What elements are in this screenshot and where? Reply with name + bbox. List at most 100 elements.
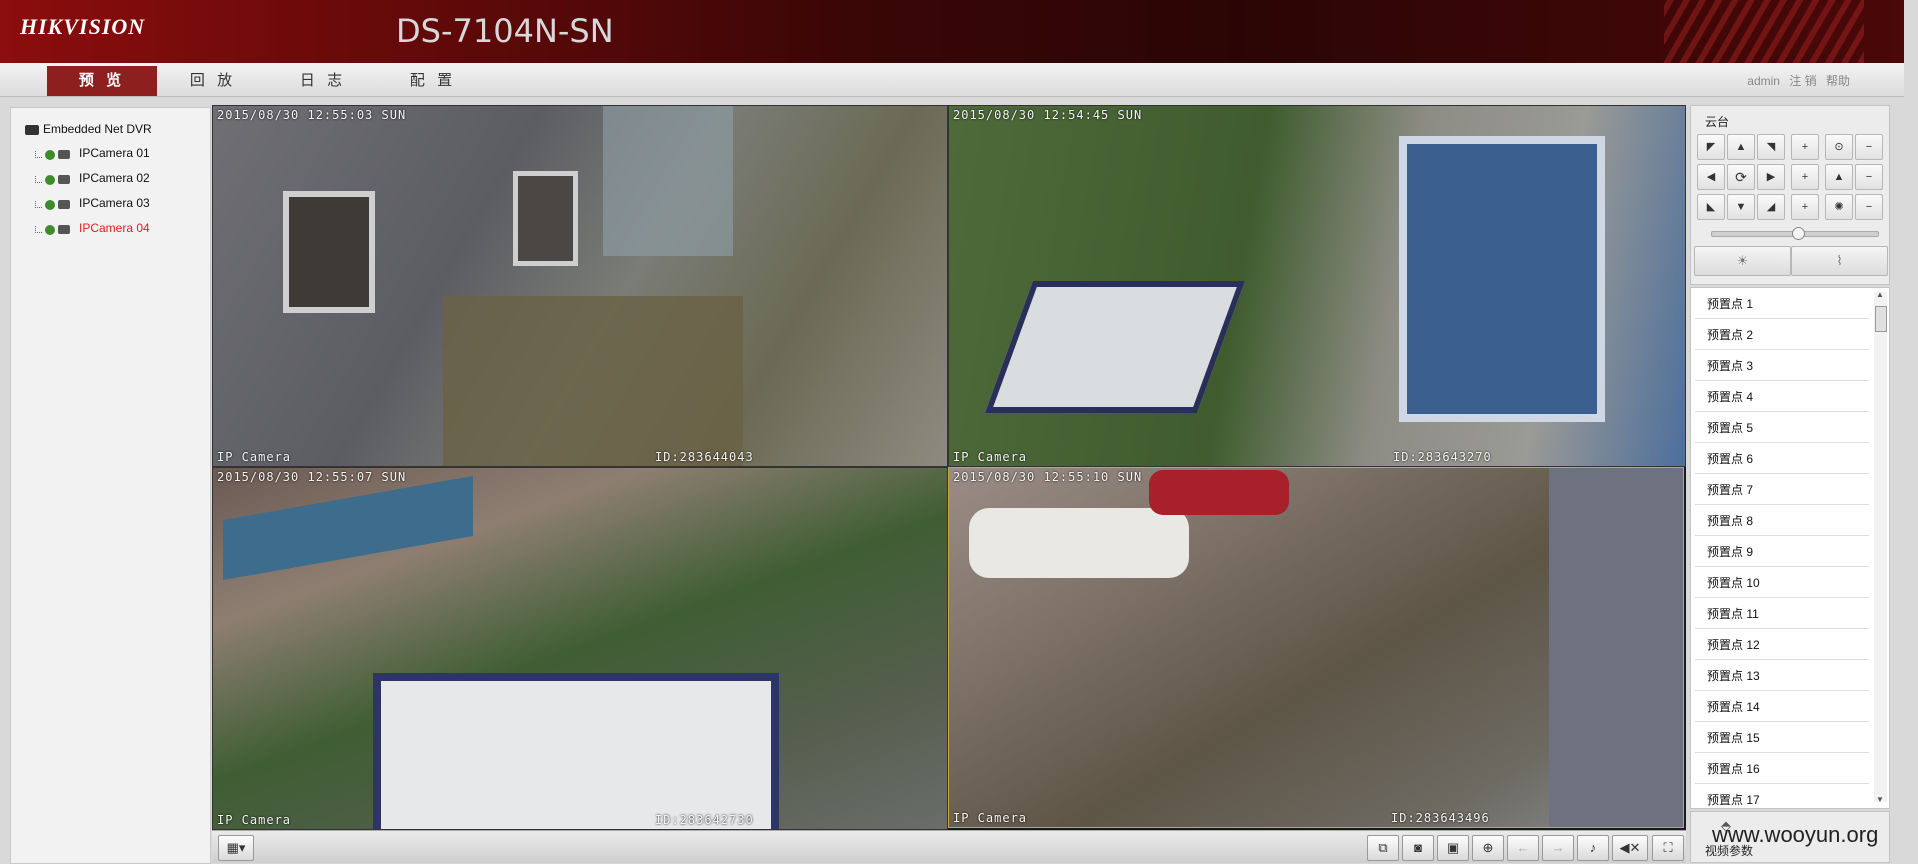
focus-near-icon[interactable]: +	[1791, 164, 1819, 190]
ptz-down-icon[interactable]: ▼	[1727, 194, 1755, 220]
ptz-down-left-icon[interactable]: ◣	[1697, 194, 1725, 220]
ptz-right-icon[interactable]: ▶	[1757, 164, 1785, 190]
volume-mute-icon[interactable]: ◀✕	[1612, 835, 1648, 861]
scene-roof	[373, 673, 779, 829]
osd-camera-label: IP Camera	[953, 811, 1028, 825]
focus-far-icon[interactable]: −	[1855, 164, 1883, 190]
scroll-thumb[interactable]	[1875, 306, 1887, 332]
scene-roof	[984, 281, 1246, 413]
tab-preview[interactable]: 预 览	[47, 66, 157, 96]
preset-item[interactable]: 预置点 13	[1695, 662, 1869, 691]
username: admin	[1747, 74, 1780, 88]
tab-playback[interactable]: 回 放	[158, 66, 268, 96]
tree-root-dvr[interactable]: Embedded Net DVR	[25, 122, 152, 136]
focus-icon: ▲	[1825, 164, 1853, 190]
preset-item[interactable]: 预置点 8	[1695, 507, 1869, 536]
scroll-up-icon[interactable]: ▲	[1876, 290, 1884, 299]
iris-close-icon[interactable]: −	[1855, 194, 1883, 220]
record-status-icon	[45, 174, 55, 185]
tab-config[interactable]: 配 置	[378, 66, 488, 96]
preset-item[interactable]: 预置点 14	[1695, 693, 1869, 722]
scene-building	[603, 106, 733, 256]
tree-camera-02[interactable]: IPCamera 02	[35, 171, 150, 186]
tree-root-label: Embedded Net DVR	[43, 122, 152, 136]
preset-item[interactable]: 预置点 1	[1695, 290, 1869, 319]
video-tile-2[interactable]: 2015/08/30 12:54:45 SUN IP Camera ID:283…	[948, 105, 1686, 467]
ptz-auto-icon[interactable]: ⟳	[1727, 164, 1755, 190]
record-status-icon	[45, 199, 55, 210]
preset-scrollbar[interactable]: ▲ ▼	[1874, 290, 1887, 804]
preset-item[interactable]: 预置点 2	[1695, 321, 1869, 350]
osd-timestamp: 2015/08/30 12:55:10 SUN	[953, 470, 1143, 484]
preset-item[interactable]: 预置点 11	[1695, 600, 1869, 629]
app-header: HIKVISION DS-7104N-SN	[0, 0, 1904, 63]
ptz-speed-slider[interactable]	[1711, 227, 1879, 240]
ptz-down-right-icon[interactable]: ◢	[1757, 194, 1785, 220]
scene-door	[1399, 136, 1605, 422]
stop-all-icon[interactable]: ⧉	[1367, 835, 1399, 861]
iris-open-icon[interactable]: +	[1791, 194, 1819, 220]
help-link[interactable]: 帮助	[1826, 74, 1850, 88]
osd-device-id: ID:283643270	[1393, 450, 1492, 464]
scroll-down-icon[interactable]: ▼	[1876, 795, 1884, 804]
camera-icons	[35, 147, 73, 161]
video-grid: 2015/08/30 12:55:03 SUN IP Camera ID:283…	[212, 105, 1686, 830]
snapshot-icon[interactable]: ◙	[1402, 835, 1434, 861]
preset-item[interactable]: 预置点 9	[1695, 538, 1869, 567]
tree-camera-04[interactable]: IPCamera 04	[35, 221, 150, 236]
device-tree-panel: Embedded Net DVR IPCamera 01 IPCamera 02…	[10, 107, 211, 864]
ptz-up-icon[interactable]: ▲	[1727, 134, 1755, 160]
preset-item[interactable]: 预置点 15	[1695, 724, 1869, 753]
preset-item[interactable]: 预置点 6	[1695, 445, 1869, 474]
preset-item[interactable]: 预置点 4	[1695, 383, 1869, 412]
ptz-up-right-icon[interactable]: ◥	[1757, 134, 1785, 160]
record-icon[interactable]: ▣	[1437, 835, 1469, 861]
scene-garden	[443, 296, 743, 466]
preset-item[interactable]: 预置点 7	[1695, 476, 1869, 505]
camera-icons	[35, 222, 73, 236]
wiper-icon[interactable]: ⌇	[1791, 246, 1888, 276]
preset-item[interactable]: 预置点 5	[1695, 414, 1869, 443]
connector-icon	[35, 226, 42, 234]
next-page-icon[interactable]: →	[1542, 835, 1574, 861]
layout-grid-icon[interactable]: ▦▾	[218, 835, 254, 861]
video-tile-1[interactable]: 2015/08/30 12:55:03 SUN IP Camera ID:283…	[212, 105, 948, 467]
slider-knob[interactable]	[1792, 227, 1806, 240]
zoom-icon[interactable]: ⊕	[1472, 835, 1504, 861]
light-icon[interactable]: ☀	[1694, 246, 1791, 276]
zoom-out-icon[interactable]: −	[1855, 134, 1883, 160]
ptz-left-icon[interactable]: ◀	[1697, 164, 1725, 190]
video-tile-4[interactable]: 2015/08/30 12:55:10 SUN IP Camera ID:283…	[948, 467, 1684, 828]
watermark: www.wooyun.org	[1712, 822, 1879, 847]
preset-item[interactable]: 预置点 17	[1695, 786, 1869, 808]
connector-icon	[35, 176, 42, 184]
tab-log[interactable]: 日 志	[268, 66, 378, 96]
tree-camera-01[interactable]: IPCamera 01	[35, 146, 150, 161]
preset-list: 预置点 1 预置点 2 预置点 3 预置点 4 预置点 5 预置点 6 预置点 7 预置点 8…	[1690, 287, 1890, 809]
camera-icons	[35, 197, 73, 211]
scene-awning	[223, 475, 473, 581]
video-tile-3[interactable]: 2015/08/30 12:55:07 SUN IP Camera ID:283…	[212, 467, 948, 830]
tree-camera-03[interactable]: IPCamera 03	[35, 196, 150, 211]
osd-camera-label: IP Camera	[953, 450, 1028, 464]
preset-item[interactable]: 预置点 12	[1695, 631, 1869, 660]
fullscreen-icon[interactable]: ⛶	[1652, 835, 1684, 861]
record-status-icon	[45, 149, 55, 160]
microphone-icon[interactable]: ♪	[1577, 835, 1609, 861]
preset-item[interactable]: 预置点 16	[1695, 755, 1869, 784]
osd-timestamp: 2015/08/30 12:55:07 SUN	[217, 470, 407, 484]
zoom-in-icon[interactable]: +	[1791, 134, 1819, 160]
prev-page-icon[interactable]: ←	[1507, 835, 1539, 861]
camera-icon	[58, 175, 70, 185]
ptz-panel: 云台 ◤ ▲ ◥ + ⊙ − ◀ ⟳ ▶ + ▲ − ◣ ▼ ◢ + ✺ − ☀…	[1690, 105, 1890, 863]
tree-camera-label: IPCamera 03	[79, 196, 150, 210]
preset-item[interactable]: 预置点 10	[1695, 569, 1869, 598]
tree-camera-label: IPCamera 02	[79, 171, 150, 185]
preset-item[interactable]: 预置点 3	[1695, 352, 1869, 381]
ptz-up-left-icon[interactable]: ◤	[1697, 134, 1725, 160]
osd-camera-label: IP Camera	[217, 813, 292, 827]
iris-icon: ✺	[1825, 194, 1853, 220]
osd-camera-label: IP Camera	[217, 450, 292, 464]
ptz-control: 云台 ◤ ▲ ◥ + ⊙ − ◀ ⟳ ▶ + ▲ − ◣ ▼ ◢ + ✺ − ☀…	[1690, 105, 1890, 285]
logout-link[interactable]: 注 销	[1789, 74, 1816, 88]
